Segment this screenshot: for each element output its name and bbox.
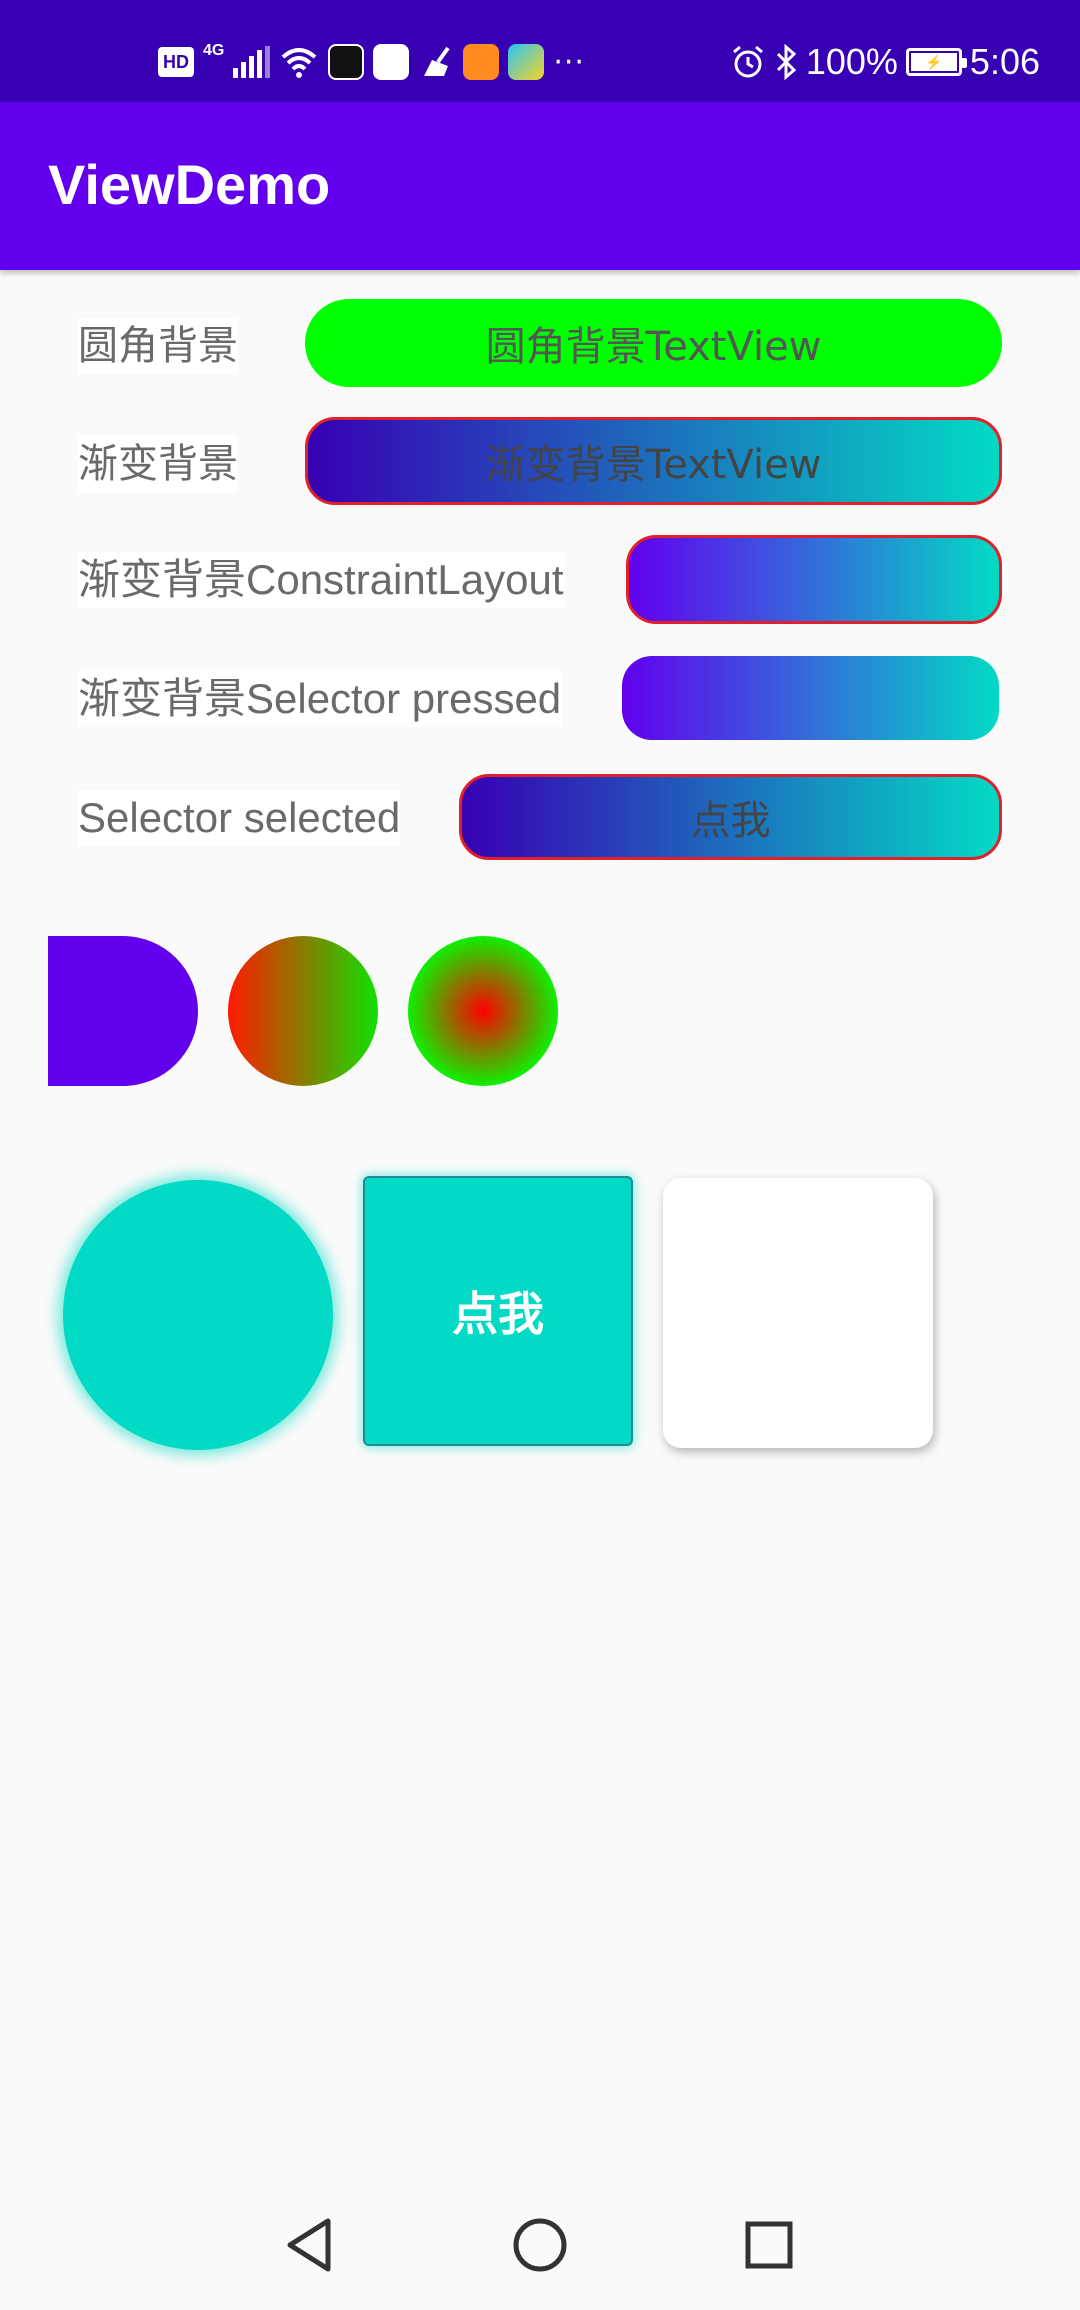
row-label-rounded: 圆角背景 — [78, 318, 238, 374]
tiktok-icon — [328, 44, 365, 80]
shadow-card — [663, 1178, 933, 1448]
row-label-gradient-constraintlayout: 渐变背景ConstraintLayout — [78, 552, 564, 608]
rounded-background-textview[interactable]: 圆角背景TextView — [305, 299, 1002, 387]
glow-circle — [63, 1180, 333, 1450]
radial-gradient-circle — [408, 936, 558, 1086]
app-bar: ViewDemo — [0, 102, 1080, 270]
nav-back-button[interactable] — [264, 2200, 354, 2290]
wifi-icon — [282, 48, 317, 78]
row-label-gradient: 渐变背景 — [78, 436, 238, 492]
status-bar: HD 4G ··· 100% ⚡ 5:06 — [0, 0, 1080, 102]
signal-icon — [233, 46, 271, 78]
cleaner-icon — [424, 46, 450, 76]
battery-percent: 100% — [805, 41, 898, 82]
video-app-icon — [463, 44, 500, 80]
recents-icon — [745, 2221, 793, 2269]
row-label-selector-pressed: 渐变背景Selector pressed — [78, 671, 562, 727]
home-icon — [513, 2218, 567, 2272]
huawei-icon — [373, 44, 410, 80]
hd-icon: HD — [158, 47, 194, 77]
battery-icon: ⚡ — [905, 48, 967, 76]
half-rounded-shape — [48, 936, 198, 1086]
linear-gradient-circle — [228, 936, 378, 1086]
selector-pressed-view[interactable] — [622, 656, 999, 740]
nav-recents-button[interactable] — [724, 2200, 814, 2290]
row-label-selector-selected: Selector selected — [78, 790, 401, 846]
status-icons-left: HD 4G ··· — [158, 40, 585, 84]
bluetooth-icon — [776, 44, 797, 80]
navigation-bar — [0, 2180, 1080, 2310]
back-icon — [287, 2218, 331, 2272]
network-type-label: 4G — [203, 42, 225, 59]
clock: 5:06 — [969, 41, 1040, 82]
game-app-icon — [508, 44, 545, 80]
app-title: ViewDemo — [48, 153, 331, 216]
gradient-background-textview[interactable]: 渐变背景TextView — [305, 417, 1002, 505]
status-icons-right: 100% ⚡ 5:06 — [730, 40, 1040, 84]
nav-home-button[interactable] — [495, 2200, 585, 2290]
alarm-icon — [732, 45, 763, 78]
more-icon: ··· — [553, 44, 585, 80]
gradient-constraintlayout — [626, 535, 1002, 624]
click-me-button[interactable]: 点我 — [363, 1176, 633, 1446]
selector-selected-button[interactable]: 点我 — [459, 774, 1002, 860]
